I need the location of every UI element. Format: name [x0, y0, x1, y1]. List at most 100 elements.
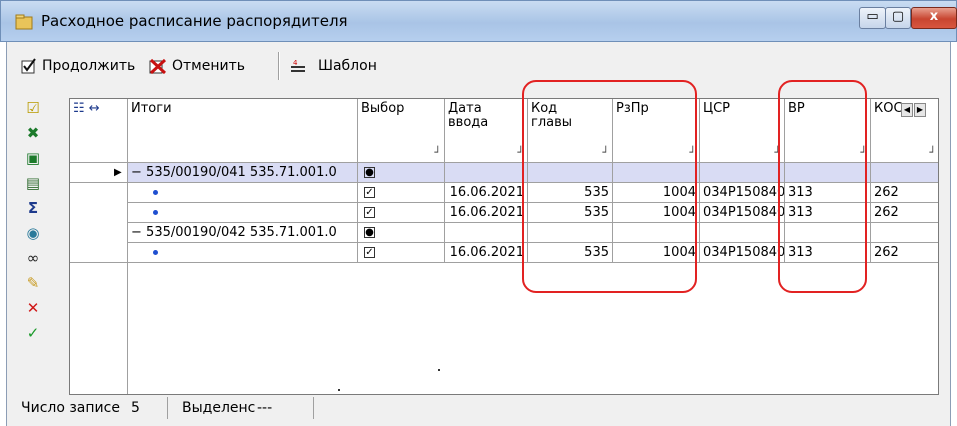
template-label: Шаблон [318, 58, 377, 74]
cell-itogi: − 535/00190/041 535.71.001.0 [128, 163, 358, 183]
row-indicator-header: ☷ ↔ [70, 99, 128, 163]
delete-icon[interactable]: ✕ [23, 298, 43, 318]
cell-csr: 034P150840 [700, 203, 785, 223]
row-indicator [70, 243, 128, 263]
row-indicator [70, 183, 128, 203]
sum-icon[interactable]: Σ [23, 198, 43, 218]
cell-kosgu: 262 [871, 243, 938, 263]
col-header-label: Выбор [361, 101, 405, 116]
sort-indicator-icon: ┘ [929, 146, 936, 159]
records-label: Число записе [21, 400, 120, 416]
cell-data: 16.06.2021 [445, 203, 528, 223]
col-header-data[interactable]: Дата ввода ┘ [445, 99, 528, 163]
excel-export-icon[interactable]: ▣ [23, 148, 43, 168]
cell-vybor[interactable]: ✓ [358, 243, 445, 263]
eraser-icon[interactable]: ✎ [23, 273, 43, 293]
scroll-left-icon[interactable]: ◀ [901, 103, 913, 117]
selected-value: --- [257, 400, 273, 416]
side-toolbar: ☑ ✖ ▣ ▤ Σ ◉ ∞ ✎ ✕ ✓ [23, 98, 47, 348]
col-header-label: КОС [874, 101, 903, 116]
annotation-oval-vr [778, 80, 867, 293]
cell-itogi: − 535/00190/042 535.71.001.0 [128, 223, 358, 243]
cell-kosgu: 262 [871, 183, 938, 203]
tree-toggle-icon[interactable]: ↔ [89, 101, 100, 116]
checkmark-box-icon [21, 58, 36, 74]
continue-label: Продолжить [42, 58, 136, 74]
cell-data [445, 163, 528, 183]
minimize-button[interactable]: ▭ [859, 7, 886, 29]
group-label: 535/00190/042 535.71.001.0 [146, 225, 337, 240]
cell-itogi [128, 183, 358, 203]
checkbox-icon[interactable]: ✓ [364, 207, 375, 218]
artifact-dot [438, 369, 440, 371]
grid-divider [127, 263, 128, 394]
collapse-icon[interactable]: − [131, 225, 142, 240]
cell-data [445, 223, 528, 243]
cell-vybor[interactable]: ✓ [358, 203, 445, 223]
status-bar: Число записе 5 Выделенс --- [7, 392, 950, 424]
group-label: 535/00190/041 535.71.001.0 [146, 165, 337, 180]
cell-data: 16.06.2021 [445, 243, 528, 263]
cell-vybor[interactable]: ✓ [358, 183, 445, 203]
cell-csr: 034P150840 [700, 183, 785, 203]
continue-button[interactable]: Продолжить [21, 56, 135, 76]
cancel-x-icon [149, 58, 167, 74]
ok-icon[interactable]: ✓ [23, 323, 43, 343]
maximize-button[interactable]: ▢ [885, 7, 911, 29]
svg-text:4: 4 [293, 59, 298, 67]
radio-icon[interactable]: ● [364, 227, 375, 238]
globe-icon[interactable]: ◉ [23, 223, 43, 243]
col-header-label: ЦСР [703, 101, 731, 116]
scroll-right-icon[interactable]: ▶ [914, 103, 926, 117]
checkbox-icon[interactable]: ✓ [364, 187, 375, 198]
toolbar-separator [278, 52, 280, 80]
cancel-button[interactable]: Отменить [149, 56, 245, 76]
title-bar: Расходное расписание распорядителя ▭ ▢ x [0, 0, 957, 42]
checkbox-icon[interactable]: ✓ [364, 247, 375, 258]
col-header-label: Дата ввода [448, 101, 489, 130]
radio-icon[interactable]: ● [364, 167, 375, 178]
row-indicator [70, 203, 128, 223]
col-header-label: Итоги [131, 101, 172, 116]
records-count: 5 [131, 400, 140, 416]
app-icon [15, 14, 33, 30]
status-separator [313, 397, 314, 419]
template-button[interactable]: 4 Шаблон [290, 56, 377, 76]
window-title: Расходное расписание распорядителя [41, 12, 348, 30]
bullet-icon [153, 190, 158, 195]
cell-itogi [128, 243, 358, 263]
cell-kosgu [871, 223, 938, 243]
close-button[interactable]: x [911, 7, 957, 29]
binoculars-icon[interactable]: ∞ [23, 248, 43, 268]
cell-vybor[interactable]: ● [358, 223, 445, 243]
col-header-csr[interactable]: ЦСР ┘ [700, 99, 785, 163]
sort-indicator-icon: ┘ [434, 146, 441, 159]
cell-data: 16.06.2021 [445, 183, 528, 203]
cell-kosgu: 262 [871, 203, 938, 223]
bullet-icon [153, 210, 158, 215]
template-icon: 4 [291, 59, 305, 72]
col-header-itogi[interactable]: Итоги [128, 99, 358, 163]
collapse-icon[interactable]: − [131, 165, 142, 180]
cell-kosgu [871, 163, 938, 183]
cell-itogi [128, 203, 358, 223]
current-row-icon: ▶ [114, 167, 122, 178]
bullet-icon [153, 250, 158, 255]
selected-label: Выделенс [182, 400, 256, 416]
cancel-label: Отменить [172, 58, 246, 74]
cell-csr: 034P150840 [700, 243, 785, 263]
col-header-vybor[interactable]: Выбор ┘ [358, 99, 445, 163]
col-header-kosgu[interactable]: КОС ◀ ▶ ┘ [871, 99, 938, 163]
cell-vybor[interactable]: ● [358, 163, 445, 183]
cell-csr [700, 163, 785, 183]
artifact-dot [338, 389, 340, 391]
row-indicator: ▶ [70, 163, 128, 183]
cell-csr [700, 223, 785, 243]
app-window: Расходное расписание распорядителя ▭ ▢ x… [0, 0, 957, 426]
tree-expand-icon[interactable]: ☷ [73, 101, 85, 116]
excel-icon[interactable]: ✖ [23, 123, 43, 143]
checklist-icon[interactable]: ☑ [23, 98, 43, 118]
row-indicator [70, 223, 128, 243]
window-client: Продолжить Отменить 4 Шаблон ☑ ✖ ▣ ▤ Σ ◉… [6, 42, 951, 426]
save-icon[interactable]: ▤ [23, 173, 43, 193]
